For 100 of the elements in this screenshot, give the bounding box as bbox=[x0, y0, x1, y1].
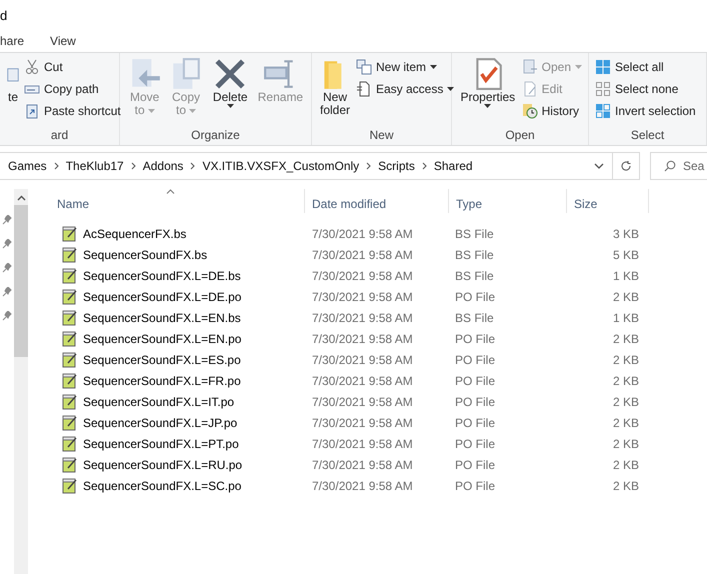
file-name: SequencerSoundFX.L=PT.po bbox=[83, 436, 239, 450]
ribbon-button[interactable]: Easy access bbox=[356, 80, 454, 98]
file-name: SequencerSoundFX.L=FR.po bbox=[83, 374, 241, 388]
notepad-file-icon bbox=[62, 456, 78, 472]
file-row[interactable]: SequencerSoundFX.L=JP.po 7/30/2021 9:58 AM PO File 2 KB bbox=[50, 412, 707, 433]
ribbon-button[interactable]: Paste shortcut bbox=[24, 102, 121, 120]
type-cell: BS File bbox=[455, 226, 494, 240]
file-row[interactable]: SequencerSoundFX.bs 7/30/2021 9:58 AM BS File 5 KB bbox=[50, 244, 707, 265]
breadcrumb[interactable]: Shared bbox=[434, 159, 473, 173]
shortcut-clipboard-icon bbox=[24, 103, 40, 119]
column-header[interactable]: Size bbox=[567, 189, 649, 213]
group-label: Organize bbox=[191, 128, 240, 142]
open-file-icon bbox=[522, 59, 538, 75]
file-row[interactable]: SequencerSoundFX.L=PT.po 7/30/2021 9:58 AM PO File 2 KB bbox=[50, 433, 707, 454]
ribbon-tab[interactable]: hare bbox=[0, 34, 24, 48]
pin-icon[interactable] bbox=[2, 263, 12, 273]
scrollbar-thumb[interactable] bbox=[14, 205, 28, 357]
chevron-right-icon bbox=[422, 162, 427, 170]
notepad-file-icon bbox=[62, 414, 78, 430]
file-name: SequencerSoundFX.L=DE.bs bbox=[83, 268, 241, 282]
chevron-right-icon bbox=[190, 162, 196, 170]
chevron-down-icon[interactable] bbox=[594, 163, 604, 169]
group-label: ard bbox=[50, 128, 68, 142]
breadcrumb[interactable]: Games bbox=[8, 159, 47, 173]
invert-selection-icon bbox=[595, 103, 611, 119]
breadcrumb[interactable]: Addons bbox=[142, 159, 184, 173]
delete-cross-icon bbox=[213, 57, 248, 91]
select-none-icon bbox=[595, 81, 611, 97]
refresh-icon[interactable] bbox=[620, 160, 632, 172]
ribbon-button[interactable]: New item bbox=[356, 58, 454, 76]
group-label: New bbox=[369, 128, 394, 142]
column-header[interactable]: Date modified bbox=[305, 189, 449, 213]
dropdown-caret-icon bbox=[148, 108, 155, 112]
window-title: d bbox=[0, 8, 8, 22]
column-header[interactable]: Name bbox=[50, 189, 305, 213]
file-row[interactable]: SequencerSoundFX.L=FR.po 7/30/2021 9:58 AM PO File 2 KB bbox=[50, 370, 707, 391]
file-row[interactable]: AcSequencerFX.bs 7/30/2021 9:58 AM BS File 3 KB bbox=[50, 223, 707, 244]
type-cell: PO File bbox=[455, 436, 496, 450]
file-name: SequencerSoundFX.L=EN.po bbox=[83, 332, 242, 346]
notepad-file-icon bbox=[62, 330, 78, 346]
date-cell: 7/30/2021 9:58 AM bbox=[312, 310, 413, 324]
scroll-up-icon[interactable] bbox=[16, 195, 26, 201]
column-header[interactable]: Type bbox=[449, 189, 567, 213]
chevron-right-icon bbox=[54, 162, 59, 170]
date-cell: 7/30/2021 9:58 AM bbox=[312, 478, 413, 492]
ribbon-button[interactable]: New folder bbox=[318, 57, 352, 128]
pin-icon[interactable] bbox=[2, 311, 12, 321]
ribbon-button[interactable]: Select all bbox=[595, 58, 696, 76]
pin-icon[interactable] bbox=[2, 215, 12, 225]
breadcrumb[interactable]: TheKlub17 bbox=[66, 159, 124, 173]
scrollbar-track[interactable] bbox=[14, 189, 28, 574]
pin-icon[interactable] bbox=[2, 287, 12, 297]
dropdown-caret-icon bbox=[447, 87, 454, 91]
breadcrumb[interactable]: Scripts bbox=[378, 159, 415, 173]
file-row[interactable]: SequencerSoundFX.L=IT.po 7/30/2021 9:58 AM PO File 2 KB bbox=[50, 391, 707, 412]
ribbon-button[interactable]: te bbox=[6, 57, 20, 128]
dropdown-caret-icon bbox=[484, 104, 492, 108]
file-row[interactable]: SequencerSoundFX.L=EN.po 7/30/2021 9:58 AM PO File 2 KB bbox=[50, 328, 707, 349]
file-row[interactable]: SequencerSoundFX.L=EN.bs 7/30/2021 9:58 AM BS File 1 KB bbox=[50, 307, 707, 328]
file-name: SequencerSoundFX.L=DE.po bbox=[83, 290, 242, 304]
date-cell: 7/30/2021 9:58 AM bbox=[312, 248, 413, 262]
search-field[interactable]: Sea bbox=[650, 152, 707, 180]
ribbon-button[interactable]: Delete bbox=[208, 57, 252, 128]
file-name: SequencerSoundFX.L=RU.po bbox=[83, 458, 242, 472]
ribbon-button[interactable]: Properties bbox=[458, 57, 518, 128]
ribbon-tab[interactable]: View bbox=[50, 34, 76, 48]
address-bar[interactable]: Games TheKlub17 Addons VX.ITIB.VXSFX_CustomOnly Scripts Shared bbox=[0, 152, 640, 180]
file-name: SequencerSoundFX.L=JP.po bbox=[83, 416, 238, 430]
file-row[interactable]: SequencerSoundFX.L=ES.po 7/30/2021 9:58 AM PO File 2 KB bbox=[50, 349, 707, 370]
type-cell: BS File bbox=[455, 268, 494, 282]
date-cell: 7/30/2021 9:58 AM bbox=[312, 416, 413, 430]
type-cell: PO File bbox=[455, 478, 496, 492]
notepad-file-icon bbox=[62, 372, 78, 388]
dropdown-caret-icon bbox=[430, 65, 438, 69]
ribbon-button[interactable]: Invert selection bbox=[595, 102, 696, 120]
ribbon-button[interactable]: Select none bbox=[595, 80, 696, 98]
group-label: Open bbox=[505, 128, 535, 142]
file-name: AcSequencerFX.bs bbox=[83, 226, 186, 240]
file-row[interactable]: SequencerSoundFX.L=DE.po 7/30/2021 9:58 AM PO File 2 KB bbox=[50, 286, 707, 307]
ribbon-button[interactable]: History bbox=[522, 102, 582, 120]
type-cell: BS File bbox=[455, 310, 494, 324]
ribbon-button[interactable]: Copy path bbox=[24, 80, 121, 98]
sort-up-icon bbox=[166, 189, 175, 194]
date-cell: 7/30/2021 9:58 AM bbox=[312, 458, 413, 472]
notepad-file-icon bbox=[62, 310, 78, 326]
date-cell: 7/30/2021 9:58 AM bbox=[312, 332, 413, 346]
file-row[interactable]: SequencerSoundFX.L=DE.bs 7/30/2021 9:58 AM BS File 1 KB bbox=[50, 265, 707, 286]
type-cell: PO File bbox=[455, 416, 496, 430]
dropdown-caret-icon bbox=[575, 65, 582, 69]
scissors-icon bbox=[24, 59, 40, 75]
type-cell: BS File bbox=[455, 248, 494, 262]
breadcrumb[interactable]: VX.ITIB.VXSFX_CustomOnly bbox=[202, 159, 360, 173]
notepad-file-icon bbox=[62, 478, 78, 494]
file-row[interactable]: SequencerSoundFX.L=SC.po 7/30/2021 9:58 AM PO File 2 KB bbox=[50, 475, 707, 496]
notepad-file-icon bbox=[62, 288, 78, 304]
new-item-icon bbox=[356, 59, 372, 75]
file-row[interactable]: SequencerSoundFX.L=RU.po 7/30/2021 9:58 AM PO File 2 KB bbox=[50, 454, 707, 475]
edit-page-icon bbox=[522, 81, 538, 97]
pin-icon[interactable] bbox=[2, 239, 12, 249]
ribbon-button[interactable]: Cut bbox=[24, 58, 121, 76]
